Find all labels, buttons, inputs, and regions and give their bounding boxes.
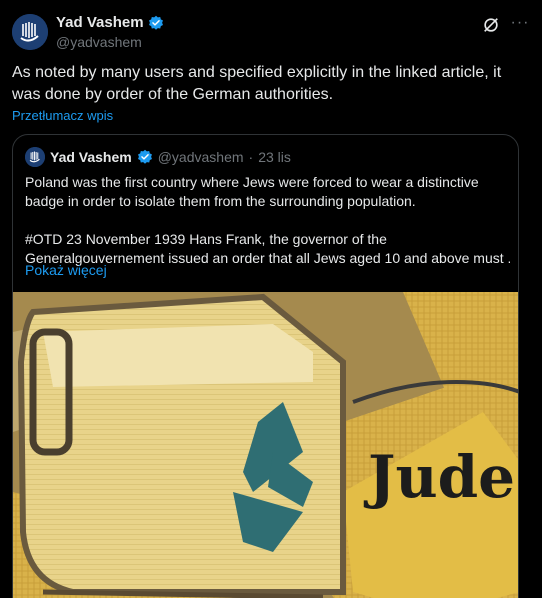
jewish-badge-photo: Jude bbox=[13, 292, 518, 598]
quoted-handle: @yadvashem bbox=[157, 149, 244, 165]
quoted-text-line: #OTD 23 November 1939 Hans Frank, the go… bbox=[25, 231, 387, 247]
author-handle[interactable]: @yadvashem bbox=[56, 34, 142, 50]
translate-post-link[interactable]: Przetłumacz wpis bbox=[12, 108, 113, 123]
quoted-post[interactable]: Yad Vashem @yadvashem · 23 lis Poland wa… bbox=[12, 134, 519, 598]
verified-badge-icon bbox=[148, 15, 163, 30]
grok-icon[interactable] bbox=[482, 16, 500, 34]
quoted-text-line: badge in order to isolate them from the … bbox=[25, 193, 416, 209]
more-icon[interactable]: ··· bbox=[510, 14, 530, 34]
yad-vashem-logo-icon bbox=[25, 147, 45, 167]
post-header: Yad Vashem @yadvashem ··· bbox=[12, 12, 530, 52]
quoted-text-line: Poland was the first country where Jews … bbox=[25, 174, 479, 190]
verified-badge-icon bbox=[137, 149, 152, 164]
quoted-text: Poland was the first country where Jews … bbox=[25, 173, 510, 268]
author-name-row: Yad Vashem bbox=[56, 14, 164, 31]
jude-badge-text: Jude bbox=[363, 443, 515, 511]
yad-vashem-logo-icon bbox=[12, 14, 48, 50]
separator-dot: · bbox=[248, 149, 254, 165]
quoted-avatar bbox=[25, 147, 45, 167]
avatar[interactable] bbox=[12, 14, 48, 50]
quoted-display-name: Yad Vashem bbox=[50, 149, 132, 165]
quoted-post-header: Yad Vashem @yadvashem · 23 lis bbox=[25, 147, 291, 167]
quoted-image[interactable]: Jude bbox=[13, 292, 518, 598]
quoted-date: 23 lis bbox=[258, 149, 291, 165]
show-more-link[interactable]: Pokaż więcej bbox=[25, 262, 107, 278]
post-text: As noted by many users and specified exp… bbox=[12, 64, 502, 103]
display-name[interactable]: Yad Vashem bbox=[56, 14, 144, 31]
